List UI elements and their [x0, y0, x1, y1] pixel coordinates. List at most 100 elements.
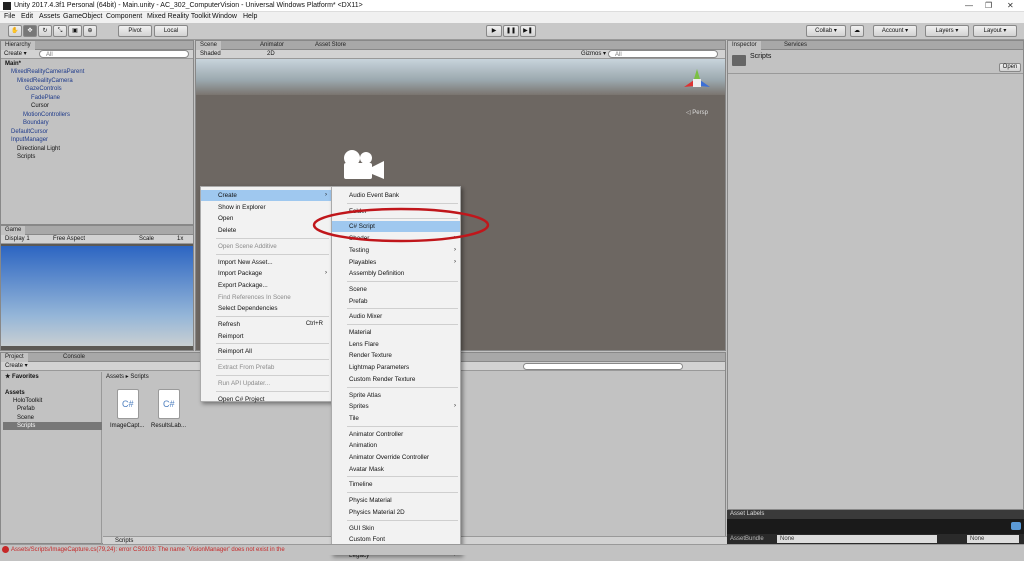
menu-item-sprites[interactable]: Sprites ›: [332, 401, 460, 412]
transform-tool-icon[interactable]: ⊕: [83, 25, 97, 37]
menu-item-material[interactable]: Material: [332, 327, 460, 338]
tab-console[interactable]: Console: [59, 353, 89, 362]
scale-tool-icon[interactable]: ⤡: [53, 25, 67, 37]
collab-dropdown[interactable]: Collab ▾: [806, 25, 846, 37]
persp-label[interactable]: ◁ Persp: [686, 109, 708, 117]
menu-item-animator-controller[interactable]: Animator Controller: [332, 429, 460, 440]
hierarchy-item[interactable]: InputManager: [11, 136, 48, 144]
menu-item-timeline[interactable]: Timeline: [332, 479, 460, 490]
cloud-icon[interactable]: ☁: [850, 25, 864, 37]
layers-dropdown[interactable]: Layers ▾: [925, 25, 969, 37]
hierarchy-item[interactable]: Directional Light: [17, 145, 60, 153]
menu-item-refresh[interactable]: Refresh Ctrl+R: [201, 319, 331, 330]
asset-bundle-dropdown[interactable]: None: [777, 535, 937, 543]
file-resultslabel[interactable]: ResultsLab...: [151, 422, 186, 430]
hierarchy-item[interactable]: Boundary: [23, 119, 49, 127]
menu-component[interactable]: Component: [106, 13, 142, 20]
hierarchy-item[interactable]: Cursor: [31, 102, 49, 110]
minimize-button[interactable]: —: [965, 1, 973, 10]
menu-item-avatar-mask[interactable]: Avatar Mask: [332, 464, 460, 475]
rect-tool-icon[interactable]: ▣: [68, 25, 82, 37]
menu-item-sprite-atlas[interactable]: Sprite Atlas: [332, 390, 460, 401]
menu-item-reimport-all[interactable]: Reimport All: [201, 346, 331, 357]
tab-project[interactable]: Project: [1, 353, 28, 362]
shading-dropdown[interactable]: Shaded: [200, 50, 221, 58]
project-breadcrumb[interactable]: Assets ▸ Scripts: [106, 373, 149, 381]
menu-item-import-package[interactable]: Import Package ›: [201, 268, 331, 279]
menu-item-physics-material-2d[interactable]: Physics Material 2D: [332, 507, 460, 518]
pivot-toggle[interactable]: Pivot: [118, 25, 152, 37]
tab-services[interactable]: Services: [780, 41, 811, 50]
play-button[interactable]: ▶: [486, 25, 502, 37]
tab-scene[interactable]: Scene: [196, 41, 222, 50]
hierarchy-create-button[interactable]: Create ▾: [4, 50, 27, 58]
pause-button[interactable]: ❚❚: [503, 25, 519, 37]
folder-scene[interactable]: Scene: [17, 414, 34, 422]
display-dropdown[interactable]: Display 1: [5, 235, 30, 243]
file-imagecapture[interactable]: ImageCapt...: [110, 422, 144, 430]
hierarchy-search-input[interactable]: All: [39, 50, 189, 58]
csharp-file-icon[interactable]: C#: [117, 389, 139, 419]
hand-tool-icon[interactable]: ✋: [8, 25, 22, 37]
tab-inspector[interactable]: Inspector: [728, 41, 761, 50]
menu-item-physic-material[interactable]: Physic Material: [332, 495, 460, 506]
menu-item-reimport[interactable]: Reimport: [201, 331, 331, 342]
menu-item-scene[interactable]: Scene: [332, 284, 460, 295]
rotate-tool-icon[interactable]: ↻: [38, 25, 52, 37]
maximize-button[interactable]: ❐: [985, 1, 992, 10]
project-create-button[interactable]: Create ▾: [5, 362, 28, 370]
hierarchy-item[interactable]: MixedRealityCamera: [17, 77, 73, 85]
menu-gameobject[interactable]: GameObject: [63, 13, 102, 20]
menu-window[interactable]: Window: [212, 13, 237, 20]
menu-item-playables[interactable]: Playables ›: [332, 257, 460, 268]
hierarchy-item[interactable]: Scripts: [17, 153, 35, 161]
menu-item-audio-mixer[interactable]: Audio Mixer: [332, 311, 460, 322]
gizmos-dropdown[interactable]: Gizmos ▾: [581, 50, 606, 58]
account-dropdown[interactable]: Account ▾: [873, 25, 917, 37]
menu-item-assembly-definition[interactable]: Assembly Definition: [332, 268, 460, 279]
menu-assets[interactable]: Assets: [39, 13, 60, 20]
menu-mixed-reality-toolkit[interactable]: Mixed Reality Toolkit: [147, 13, 211, 20]
menu-item-custom-render-texture[interactable]: Custom Render Texture: [332, 374, 460, 385]
menu-edit[interactable]: Edit: [21, 13, 33, 20]
menu-item-testing[interactable]: Testing ›: [332, 245, 460, 256]
move-tool-icon[interactable]: ✥: [23, 25, 37, 37]
tab-game[interactable]: Game: [1, 226, 26, 235]
menu-item-animation[interactable]: Animation: [332, 440, 460, 451]
scene-search-input[interactable]: All: [608, 50, 718, 58]
menu-item-audio-event-bank[interactable]: Audio Event Bank: [332, 190, 460, 201]
local-toggle[interactable]: Local: [154, 25, 188, 37]
hierarchy-item[interactable]: MotionControllers: [23, 111, 70, 119]
tab-hierarchy[interactable]: Hierarchy: [1, 41, 35, 50]
2d-toggle[interactable]: 2D: [267, 50, 275, 58]
camera-icon[interactable]: [342, 149, 386, 181]
project-search-input[interactable]: [523, 363, 683, 370]
favorites-section[interactable]: ★ Favorites: [5, 373, 39, 381]
menu-item-prefab[interactable]: Prefab: [332, 296, 460, 307]
menu-item-select-dependencies[interactable]: Select Dependencies: [201, 303, 331, 314]
tab-animator[interactable]: Animator: [256, 41, 288, 50]
scene-gizmo-icon[interactable]: [682, 67, 712, 97]
hierarchy-item[interactable]: GazeControls: [25, 85, 62, 93]
status-bar[interactable]: Assets/Scripts/ImageCapture.cs(79,24): e…: [0, 544, 1024, 555]
menu-item-render-texture[interactable]: Render Texture: [332, 350, 460, 361]
hierarchy-item[interactable]: FadePlane: [31, 94, 60, 102]
menu-item-tile[interactable]: Tile: [332, 413, 460, 424]
menu-file[interactable]: File: [4, 13, 15, 20]
assets-root[interactable]: Assets: [5, 389, 25, 397]
menu-item-lens-flare[interactable]: Lens Flare: [332, 339, 460, 350]
menu-item-export-package[interactable]: Export Package...: [201, 280, 331, 291]
label-tag-icon[interactable]: [1011, 522, 1021, 530]
folder-prefab[interactable]: Prefab: [17, 405, 35, 413]
close-button[interactable]: ✕: [1007, 1, 1014, 10]
step-button[interactable]: ▶❚: [520, 25, 536, 37]
hierarchy-item[interactable]: DefaultCursor: [11, 128, 48, 136]
csharp-file-icon[interactable]: C#: [158, 389, 180, 419]
folder-scripts[interactable]: Scripts: [3, 422, 102, 430]
menu-item-gui-skin[interactable]: GUI Skin: [332, 523, 460, 534]
open-button[interactable]: Open: [999, 63, 1021, 72]
menu-help[interactable]: Help: [243, 13, 257, 20]
menu-item-animator-override-controller[interactable]: Animator Override Controller: [332, 452, 460, 463]
layout-dropdown[interactable]: Layout ▾: [973, 25, 1017, 37]
aspect-dropdown[interactable]: Free Aspect: [53, 235, 85, 243]
